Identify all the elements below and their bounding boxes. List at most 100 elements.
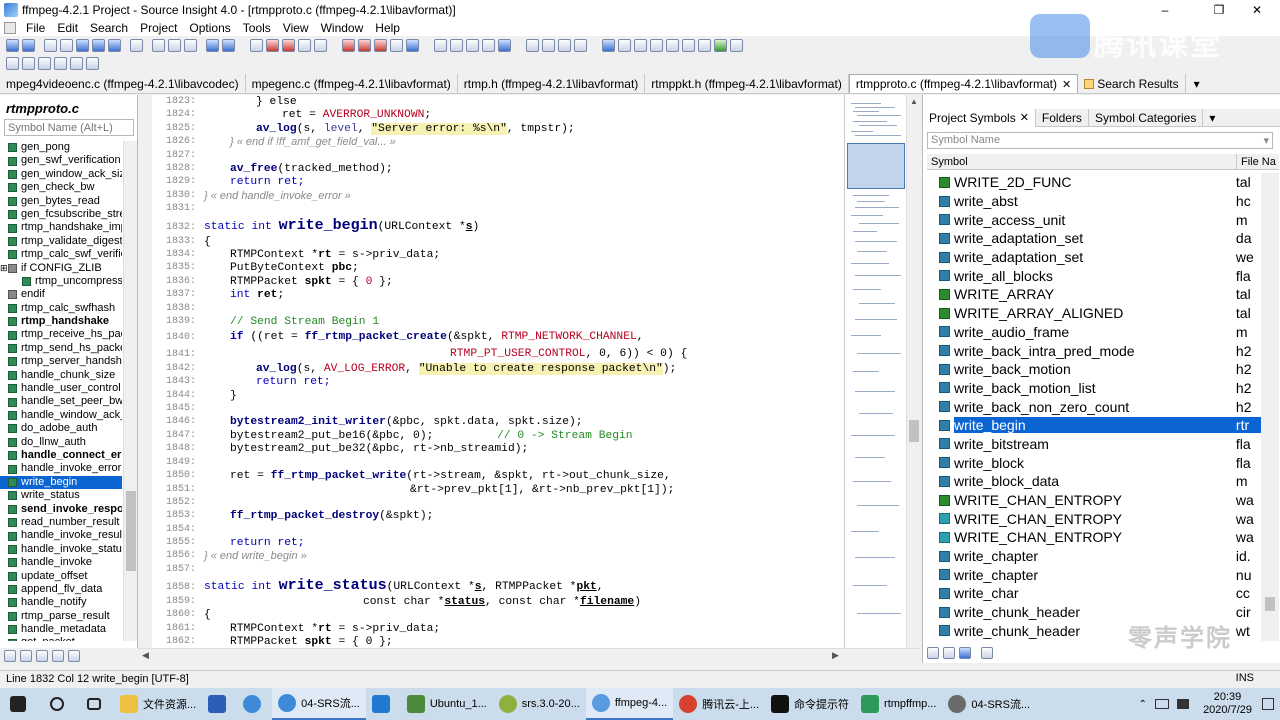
list-item[interactable]: rtmp_receive_hs_packet [0, 328, 122, 341]
highlight-icon[interactable] [714, 38, 727, 52]
list-item[interactable]: update_offset [0, 570, 122, 583]
clip-window-icon[interactable] [618, 38, 631, 52]
list-view-icon[interactable] [943, 647, 955, 659]
gear-icon[interactable] [981, 647, 993, 659]
list-item[interactable]: gen_check_bw [0, 181, 122, 194]
print-icon[interactable] [130, 38, 143, 52]
pane-splitter[interactable] [138, 95, 152, 648]
scroll-right-icon[interactable]: ▶ [832, 650, 839, 661]
call-graph-icon[interactable] [682, 38, 695, 52]
table-row[interactable]: write_bitstream fla [927, 435, 1261, 454]
notification-icon[interactable] [1262, 698, 1274, 710]
project-window-icon[interactable] [434, 38, 447, 52]
close-icon[interactable]: ✕ [1062, 78, 1071, 91]
list-item[interactable]: handle_invoke_error [0, 462, 122, 475]
menu-help[interactable]: Help [369, 21, 406, 35]
taskbar-ffmpeg[interactable]: ffmpeg-4... [585, 688, 674, 720]
list-item[interactable]: rtmp_validate_digest [0, 235, 122, 248]
taskbar-vscode[interactable] [366, 688, 401, 720]
open-folder-icon[interactable] [60, 38, 73, 52]
taskbar-srs-doc[interactable]: 04-SRS流... [272, 688, 366, 720]
code-overview-map[interactable] [844, 95, 906, 648]
chevron-down-icon[interactable]: ▾ [1263, 134, 1269, 147]
table-row[interactable]: write_block_data m [927, 472, 1261, 491]
tab-rtmpproto-c[interactable]: rtmpproto.c (ffmpeg-4.2.1\libavformat) ✕ [848, 74, 1079, 93]
lookup-icon[interactable] [314, 38, 327, 52]
list-item[interactable]: rtmp_parse_result [0, 610, 122, 623]
font-d-icon[interactable] [54, 57, 67, 70]
list-item[interactable]: rtmp_uncompress_swfplayer [0, 275, 122, 288]
table-row[interactable]: WRITE_CHAN_ENTROPY wa [927, 491, 1261, 510]
refresh-icon[interactable] [498, 38, 511, 52]
table-row[interactable]: WRITE_2D_FUNC tal [927, 173, 1261, 192]
table-row[interactable]: write_block fla [927, 453, 1261, 472]
list-item[interactable]: rtmp_handshake [0, 315, 122, 328]
list-item[interactable]: handle_invoke_status [0, 543, 122, 556]
scrollbar-thumb[interactable] [1265, 597, 1275, 611]
tab-mpegenc[interactable]: mpegenc.c (ffmpeg-4.2.1\libavformat) [246, 74, 458, 93]
table-row[interactable]: write_audio_frame m [927, 323, 1261, 342]
list-item[interactable]: gen_fcsubscribe_stream [0, 208, 122, 221]
table-row[interactable]: write_char cc [927, 584, 1261, 603]
table-row[interactable]: write_access_unit m [927, 210, 1261, 229]
jump-definition-icon[interactable] [358, 38, 371, 52]
list-item[interactable]: ⊞ if CONFIG_ZLIB [0, 262, 122, 275]
gear-icon[interactable] [68, 650, 80, 662]
sort-az-icon[interactable] [4, 650, 16, 662]
list-item[interactable]: handle_chunk_size [0, 369, 122, 382]
copy-icon[interactable] [168, 38, 181, 52]
list-item[interactable]: rtmp_calc_swf_verification [0, 248, 122, 261]
jump-reference-icon[interactable] [342, 38, 355, 52]
menu-tools[interactable]: Tools [237, 21, 277, 35]
table-row[interactable]: write_abst hc [927, 192, 1261, 211]
symbol-search-input[interactable] [4, 119, 134, 136]
save-icon[interactable] [76, 38, 89, 52]
list-item[interactable]: handle_notify [0, 596, 122, 609]
tab-rtmppkt-h[interactable]: rtmppkt.h (ffmpeg-4.2.1\libavformat) [645, 74, 849, 93]
layout-three-icon[interactable] [558, 38, 571, 52]
list-item-selected[interactable]: write_begin [0, 475, 122, 490]
browse-icon[interactable] [634, 38, 647, 52]
menu-edit[interactable]: Edit [51, 21, 84, 35]
menu-window[interactable]: Window [315, 21, 370, 35]
taskbar-rtmpffmpeg[interactable]: rtmpffmp... [855, 688, 942, 720]
tab-project-symbols[interactable]: Project Symbols ✕ [923, 108, 1036, 127]
table-row[interactable]: WRITE_ARRAY tal [927, 285, 1261, 304]
list-item[interactable]: handle_invoke_result [0, 529, 122, 542]
tab-folders[interactable]: Folders [1036, 108, 1089, 127]
undo-icon[interactable] [206, 38, 219, 52]
volume-icon[interactable] [1177, 699, 1190, 709]
font-b-icon[interactable] [22, 57, 35, 70]
clock[interactable]: 20:39 2020/7/29 [1193, 691, 1262, 717]
minimize-button[interactable]: – [1142, 0, 1188, 20]
table-row[interactable]: write_back_non_zero_count h2 [927, 397, 1261, 416]
tray-chevron-up-icon[interactable]: ⌃ [1139, 699, 1147, 710]
replace-icon[interactable] [298, 38, 311, 52]
table-row[interactable]: WRITE_CHAN_ENTROPY wa [927, 528, 1261, 547]
close-file-icon[interactable] [108, 38, 121, 52]
relation-window-icon[interactable] [450, 38, 463, 52]
menu-search[interactable]: Search [84, 21, 134, 35]
file-list-icon[interactable] [666, 38, 679, 52]
document-icon[interactable] [4, 22, 16, 34]
project-symbols-icon[interactable] [650, 38, 663, 52]
taskbar-srs[interactable]: srs.3.0-20... [493, 688, 586, 720]
table-row[interactable]: write_chapter nu [927, 565, 1261, 584]
list-item[interactable]: rtmp_calc_swfhash [0, 302, 122, 315]
editor-horizontal-scrollbar[interactable]: ◀ ▶ [138, 648, 920, 663]
tab-rtmp-h[interactable]: rtmp.h (ffmpeg-4.2.1\libavformat) [458, 74, 646, 93]
book-icon[interactable] [52, 650, 64, 662]
cut-icon[interactable] [152, 38, 165, 52]
tab-list-dropdown[interactable]: ▾ [1186, 74, 1208, 93]
tab-mpeg4videoenc[interactable]: mpeg4videoenc.c (ffmpeg-4.2.1\libavcodec… [0, 74, 246, 93]
context-window-icon[interactable] [602, 38, 615, 52]
save-all-icon[interactable] [92, 38, 105, 52]
font-c-icon[interactable] [38, 57, 51, 70]
sync-icon[interactable] [927, 647, 939, 659]
taskbar-tencent-cloud[interactable]: 腾讯云-上... [673, 688, 765, 720]
list-item[interactable]: do_llnw_auth [0, 436, 122, 449]
code-editor[interactable]: 1823: } else 1824: ret = AVERROR_UNKNOWN… [152, 95, 844, 648]
list-item[interactable]: handle_invoke [0, 556, 122, 569]
list-item[interactable]: get_packet [0, 636, 122, 641]
sync-icon[interactable] [406, 38, 419, 52]
